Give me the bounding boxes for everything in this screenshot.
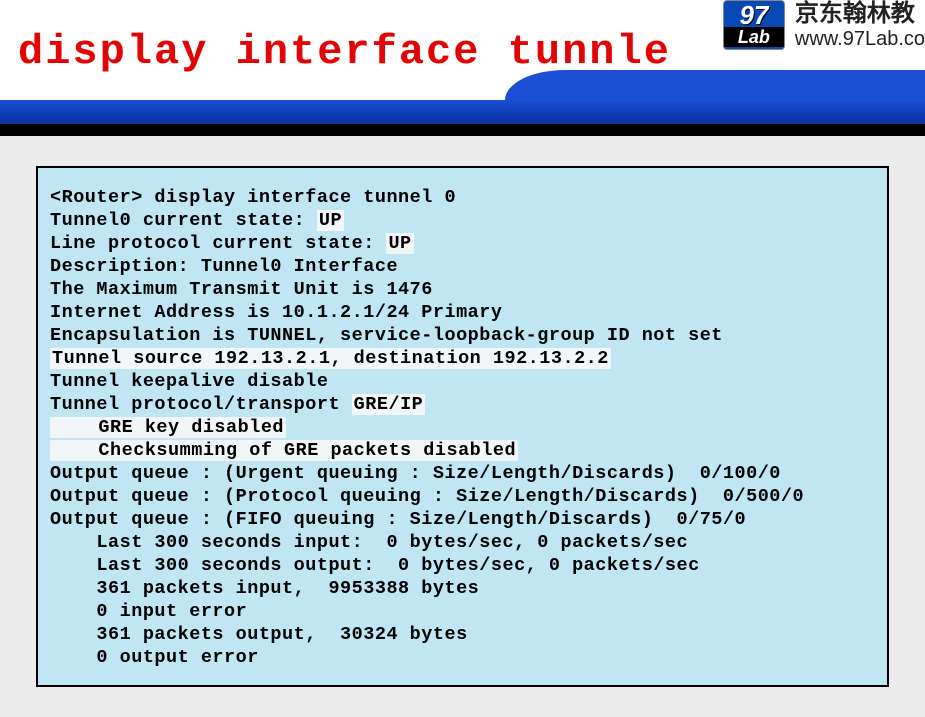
line: 0 input error: [50, 601, 247, 622]
highlight-gre-key: GRE key disabled: [50, 417, 286, 438]
line: Description: Tunnel0 Interface: [50, 256, 398, 277]
line: Output queue : (FIFO queuing : Size/Leng…: [50, 509, 746, 530]
logo-icon: 97 Lab: [723, 0, 785, 50]
line: 361 packets output, 30324 bytes: [50, 624, 468, 645]
line: Internet Address is 10.1.2.1/24 Primary: [50, 302, 502, 323]
logo-bottom-text: Lab: [724, 27, 784, 47]
line: Tunnel0 current state:: [50, 210, 317, 231]
line: Line protocol current state:: [50, 233, 386, 254]
line: Last 300 seconds input: 0 bytes/sec, 0 p…: [50, 532, 688, 553]
line: Encapsulation is TUNNEL, service-loopbac…: [50, 325, 723, 346]
separator-bar: [0, 100, 925, 136]
line: Tunnel keepalive disable: [50, 371, 328, 392]
brand-block: 97 Lab 京东翰林教 www.97Lab.co: [723, 0, 925, 51]
highlight-state-up: UP: [317, 210, 344, 231]
logo-top-text: 97: [739, 3, 768, 27]
highlight-protocol-up: UP: [386, 233, 413, 254]
highlight-checksum: Checksumming of GRE packets disabled: [50, 440, 518, 461]
brand-cn: 京东翰林教: [795, 0, 925, 28]
highlight-gre-ip: GRE/IP: [352, 394, 426, 415]
terminal-output: <Router> display interface tunnel 0 Tunn…: [36, 166, 889, 687]
line: Last 300 seconds output: 0 bytes/sec, 0 …: [50, 555, 700, 576]
content-area: <Router> display interface tunnel 0 Tunn…: [0, 136, 925, 717]
line: Output queue : (Protocol queuing : Size/…: [50, 486, 804, 507]
page-title: display interface tunnle: [18, 28, 671, 76]
brand-text: 京东翰林教 www.97Lab.co: [795, 0, 925, 51]
line: Tunnel protocol/transport: [50, 394, 352, 415]
line: <Router> display interface tunnel 0: [50, 187, 456, 208]
highlight-tunnel-src-dst: Tunnel source 192.13.2.1, destination 19…: [50, 348, 611, 369]
brand-url: www.97Lab.co: [795, 28, 925, 51]
line: Output queue : (Urgent queuing : Size/Le…: [50, 463, 781, 484]
line: 361 packets input, 9953388 bytes: [50, 578, 479, 599]
line: 0 output error: [50, 647, 259, 668]
line: The Maximum Transmit Unit is 1476: [50, 279, 433, 300]
